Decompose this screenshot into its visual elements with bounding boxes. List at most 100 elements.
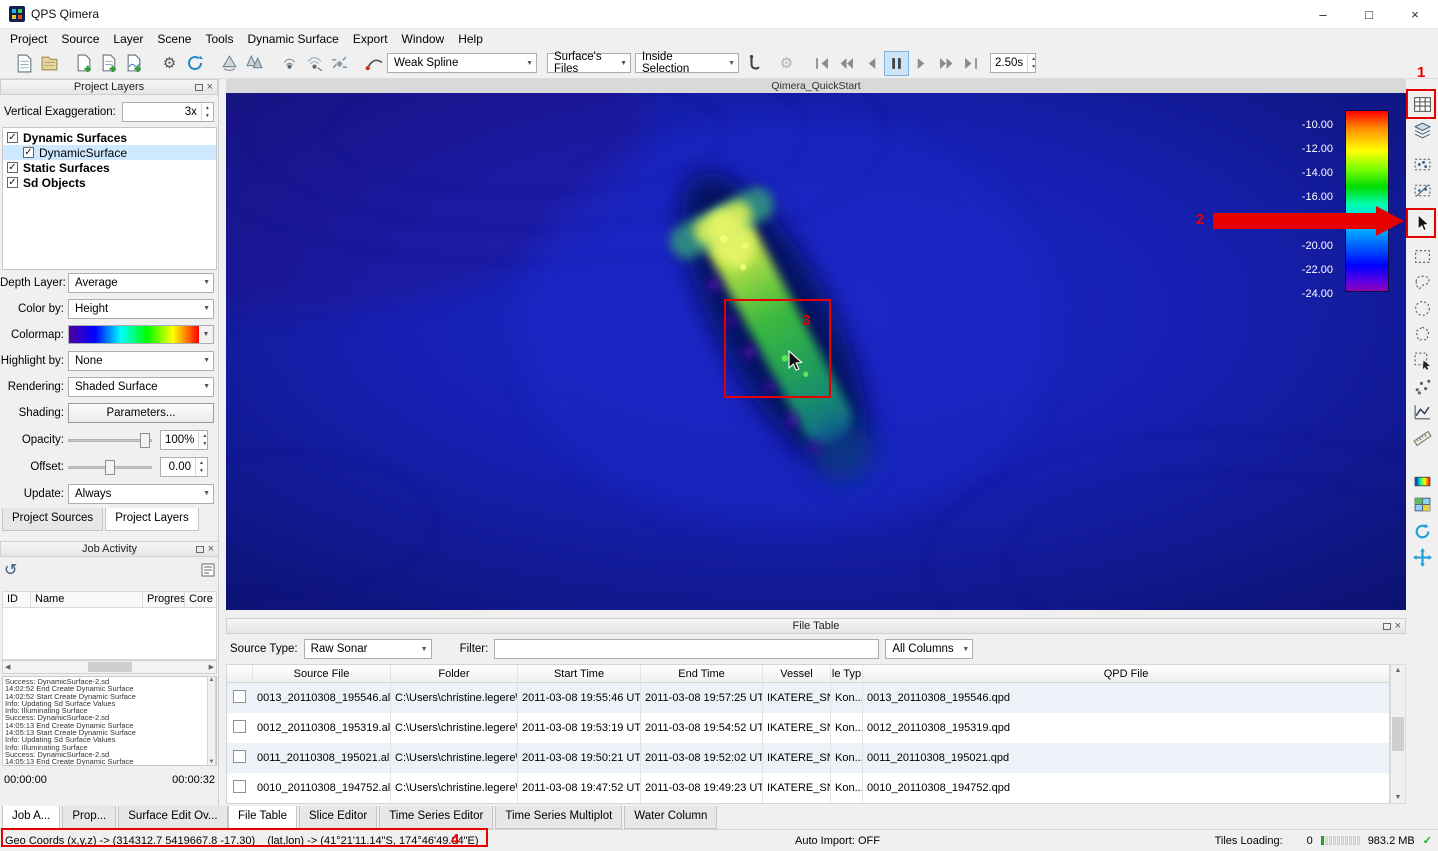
tree-item-static-surfaces[interactable]: ✓Static Surfaces [3,160,216,175]
highlight-by-select[interactable]: None▼ [68,351,214,371]
sonar-dual-fan-icon[interactable] [242,51,267,76]
close-button[interactable]: × [1392,0,1438,28]
tree-item-sd-objects[interactable]: ✓Sd Objects [3,175,216,190]
layers-icon[interactable] [1410,118,1434,142]
menu-help[interactable]: Help [451,30,490,48]
col-folder[interactable]: Folder [391,665,518,682]
filter-input[interactable] [494,639,879,659]
skip-to-start-icon[interactable] [809,51,834,76]
spin-up-icon[interactable]: ▲ [196,459,207,467]
pause-icon[interactable] [884,51,909,76]
refresh-icon[interactable] [182,51,207,76]
tree-item-dynamic-surfaces[interactable]: ✓Dynamic Surfaces [3,130,216,145]
color-by-select[interactable]: Height▼ [68,299,214,319]
scroll-right-icon[interactable]: ▶ [209,663,214,671]
vertical-exaggeration-stepper[interactable]: 3x▲▼ [122,102,214,122]
job-log[interactable]: Success: DynamicSurface-2.sd 14:02:52 En… [2,676,217,766]
col-start-time[interactable]: Start Time [518,665,641,682]
menu-dynamic-surface[interactable]: Dynamic Surface [240,30,345,48]
undo-icon[interactable]: ↺ [4,560,17,580]
checkbox-checked-icon[interactable]: ✓ [7,162,18,173]
job-col-name[interactable]: Name [31,592,143,607]
opacity-slider-handle[interactable] [140,433,150,448]
skip-to-end-icon[interactable] [959,51,984,76]
step-back-icon[interactable] [859,51,884,76]
console-icon[interactable] [201,563,215,577]
menu-source[interactable]: Source [54,30,106,48]
selection-scope-select[interactable]: Inside Selection▼ [635,53,739,73]
tab-properties[interactable]: Prop... [62,806,116,829]
scroll-up-icon[interactable]: ▲ [209,677,215,683]
add-processed-file-icon[interactable] [97,51,122,76]
tab-file-table[interactable]: File Table [228,806,297,829]
col-file-type[interactable]: le Typ [831,665,863,682]
select-soundings-3d-icon[interactable] [1410,178,1434,202]
rewind-icon[interactable] [834,51,859,76]
offset-slider[interactable] [68,459,152,475]
update-select[interactable]: Always▼ [68,484,214,504]
job-log-scrollbar[interactable]: ▲▼ [207,676,216,766]
close-panel-icon[interactable]: × [1395,621,1401,631]
checkbox-checked-icon[interactable]: ✓ [7,177,18,188]
spline-mode-select[interactable]: Weak Spline▼ [387,53,537,73]
menu-window[interactable]: Window [395,30,452,48]
source-type-select[interactable]: Raw Sonar▼ [304,639,432,659]
job-col-core[interactable]: Core [185,592,216,607]
polygon-select-icon[interactable] [1410,322,1434,346]
offset-stepper[interactable]: 0.00▲▼ [160,457,208,477]
tab-water-column[interactable]: Water Column [624,806,717,829]
colormap-select[interactable]: ▼ [68,325,214,344]
menu-export[interactable]: Export [346,30,395,48]
close-panel-icon[interactable]: × [207,82,213,92]
scatter-points-icon[interactable] [1410,374,1434,398]
files-scope-select[interactable]: Surface's Files▼ [547,53,631,73]
col-end-time[interactable]: End Time [641,665,763,682]
add-surface-file-icon[interactable] [122,51,147,76]
sonar-ping-alt-icon[interactable] [302,51,327,76]
row-checkbox[interactable] [233,690,246,703]
scrollbar-thumb[interactable] [88,662,132,672]
opacity-stepper[interactable]: 100%▲▼ [160,430,208,450]
open-project-icon[interactable] [37,51,62,76]
select-all-column[interactable] [227,665,253,682]
maximize-button[interactable]: □ [1346,0,1392,28]
dotted-gear-icon[interactable]: ⚙ [774,51,799,76]
spin-up-icon[interactable]: ▲ [1028,55,1039,63]
row-checkbox[interactable] [233,720,246,733]
spline-tool-icon[interactable] [362,51,387,76]
surface-grid-icon[interactable] [1410,492,1434,516]
spin-down-icon[interactable]: ▼ [196,467,207,475]
float-panel-icon[interactable] [1383,623,1391,630]
settings-gear-icon[interactable]: ⚙ [157,51,182,76]
fast-forward-icon[interactable] [934,51,959,76]
move-selection-icon[interactable] [1410,348,1434,372]
spin-down-icon[interactable]: ▼ [199,440,210,448]
col-source-file[interactable]: Source File [253,665,391,682]
job-horizontal-scrollbar[interactable]: ◀▶ [2,660,217,674]
minimize-button[interactable]: – [1300,0,1346,28]
spin-up-icon[interactable]: ▲ [199,432,210,440]
scroll-left-icon[interactable]: ◀ [5,663,10,671]
scrollbar-thumb[interactable] [1392,717,1404,751]
col-vessel[interactable]: Vessel [763,665,831,682]
rendering-select[interactable]: Shaded Surface▼ [68,377,214,397]
float-panel-icon[interactable] [196,546,204,553]
col-qpd-file[interactable]: QPD File [863,665,1389,682]
checkbox-checked-icon[interactable]: ✓ [23,147,34,158]
row-checkbox[interactable] [233,750,246,763]
tab-project-sources[interactable]: Project Sources [2,508,103,531]
float-panel-icon[interactable] [195,84,203,91]
pan-3d-icon[interactable] [1410,545,1434,569]
rectangle-select-icon[interactable] [1410,244,1434,268]
file-table-row[interactable]: 0013_20110308_195546.all C:\Users\christ… [227,683,1389,713]
tab-slice-editor[interactable]: Slice Editor [299,806,377,829]
menu-tools[interactable]: Tools [198,30,240,48]
satellite-icon[interactable] [327,51,352,76]
menu-scene[interactable]: Scene [150,30,198,48]
shading-parameters-button[interactable]: Parameters... [68,403,214,423]
playback-interval-stepper[interactable]: 2.50s▲▼ [990,53,1036,73]
file-table-row[interactable]: 0012_20110308_195319.all C:\Users\christ… [227,713,1389,743]
tab-job-activity[interactable]: Job A... [2,806,60,829]
file-table-row[interactable]: 0011_20110308_195021.all C:\Users\christ… [227,743,1389,773]
add-raw-sonar-file-icon[interactable] [72,51,97,76]
